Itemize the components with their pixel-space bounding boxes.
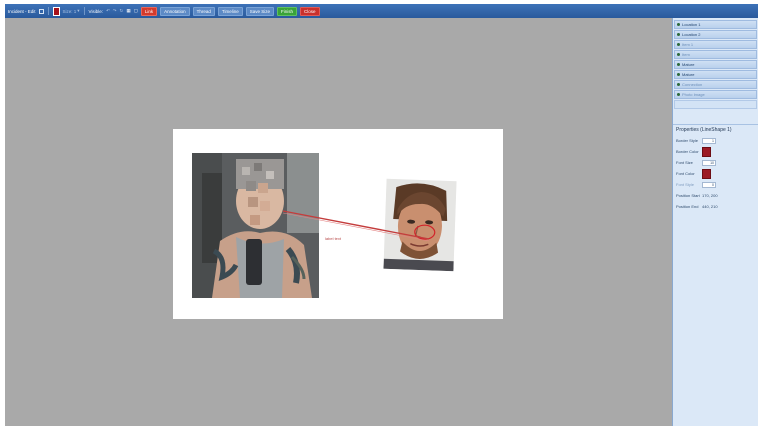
save-icon[interactable] xyxy=(38,8,44,14)
property-label: Font Size xyxy=(676,160,693,165)
property-label: Font Color xyxy=(676,171,695,176)
font-size-input[interactable]: 10 xyxy=(702,159,716,166)
property-row: Border Style 1 xyxy=(673,135,758,146)
layer-visible-icon[interactable] xyxy=(677,23,680,26)
position-start-value: 170, 200 xyxy=(702,193,718,198)
properties-title: Properties (LineShape 1) xyxy=(673,124,758,135)
property-row: Position End 440, 210 xyxy=(673,201,758,212)
grid-icon[interactable]: ▦ xyxy=(126,8,130,14)
opacity-control[interactable]: Visible: xyxy=(89,9,103,14)
chevron-down-icon: ▾ xyxy=(77,8,80,13)
connector-label[interactable]: label text xyxy=(325,236,341,241)
layer-label: Location 1 xyxy=(682,22,701,27)
font-style-input[interactable]: 0 xyxy=(702,181,716,188)
layer-list-footer xyxy=(674,100,757,109)
property-label: Position End xyxy=(676,204,699,209)
annotation-button[interactable]: Annotation xyxy=(160,6,190,16)
property-row: Border Color xyxy=(673,146,758,157)
select-icon[interactable]: ▢ xyxy=(134,8,138,14)
layer-label: Connection xyxy=(682,82,703,87)
opacity-label: Visible: xyxy=(88,8,103,14)
thread-button[interactable]: Thread xyxy=(192,6,215,16)
border-color-swatch[interactable] xyxy=(702,146,711,157)
layer-item[interactable]: Item xyxy=(674,50,757,59)
property-row: Position Start 170, 200 xyxy=(673,190,758,201)
layer-visible-icon[interactable] xyxy=(677,33,680,36)
position-end-value: 440, 210 xyxy=(702,204,718,209)
finish-button[interactable]: Finish xyxy=(277,6,298,16)
layer-visible-icon[interactable] xyxy=(677,73,680,76)
layer-label: Item xyxy=(682,52,690,57)
layer-item[interactable]: Location 2 xyxy=(674,30,757,39)
toolbar: Incident - Edit Size: 1 ▾ Visible: ↶ ↷ ↻ … xyxy=(5,4,758,18)
save-size-button[interactable]: Save Size xyxy=(245,6,275,16)
redo-icon[interactable]: ↷ xyxy=(113,8,117,14)
layer-visible-icon[interactable] xyxy=(677,93,680,96)
layer-visible-icon[interactable] xyxy=(677,53,680,56)
property-label: Font Style xyxy=(676,182,695,187)
close-button[interactable]: Close xyxy=(300,6,320,16)
property-row: Font Style 0 xyxy=(673,179,758,190)
editor-window: Incident - Edit Size: 1 ▾ Visible: ↶ ↷ ↻ … xyxy=(5,4,758,426)
layer-list: Location 1 Location 2 Item 1 Item Mature… xyxy=(673,18,758,109)
save-icon-glyph xyxy=(38,8,44,14)
property-row: Font Color xyxy=(673,168,758,179)
property-label: Border Color xyxy=(676,149,699,154)
sidebar: Location 1 Location 2 Item 1 Item Mature… xyxy=(672,18,758,426)
layer-item[interactable]: Mature xyxy=(674,70,757,79)
layer-label: Photo Image xyxy=(682,92,705,97)
properties-panel: Properties (LineShape 1) Border Style 1 … xyxy=(673,124,758,212)
layer-item[interactable]: Item 1 xyxy=(674,40,757,49)
layer-visible-icon[interactable] xyxy=(677,43,680,46)
layer-item[interactable]: Mature xyxy=(674,60,757,69)
size-label: Size: 1 xyxy=(62,8,77,14)
font-color-swatch[interactable] xyxy=(702,168,711,179)
layer-label: Mature xyxy=(682,62,695,67)
app-title: Incident - Edit xyxy=(8,8,36,14)
layer-label: Mature xyxy=(682,72,695,77)
layer-item[interactable]: Photo Image xyxy=(674,90,757,99)
layer-label: Item 1 xyxy=(682,42,694,47)
connector-line[interactable] xyxy=(173,129,503,319)
border-style-input[interactable]: 1 xyxy=(702,137,716,144)
layer-item[interactable]: Location 1 xyxy=(674,20,757,29)
layer-item[interactable]: Connection xyxy=(674,80,757,89)
timeline-button[interactable]: Timeline xyxy=(217,6,243,16)
layer-label: Location 2 xyxy=(682,32,701,37)
layer-visible-icon[interactable] xyxy=(677,83,680,86)
layer-visible-icon[interactable] xyxy=(677,63,680,66)
refresh-icon[interactable]: ↻ xyxy=(120,8,124,14)
undo-icon[interactable]: ↶ xyxy=(106,8,110,14)
color-swatch[interactable] xyxy=(52,6,60,16)
canvas-area[interactable]: label text xyxy=(5,18,672,426)
toolbar-divider xyxy=(83,7,85,15)
canvas-sheet[interactable]: label text xyxy=(173,129,503,319)
toolbar-divider xyxy=(47,7,49,15)
property-label: Position Start xyxy=(676,193,700,198)
link-button[interactable]: Link xyxy=(140,6,158,16)
property-row: Font Size 10 xyxy=(673,157,758,168)
property-label: Border Style xyxy=(676,138,699,143)
size-dropdown[interactable]: Size: 1 ▾ xyxy=(63,8,80,14)
